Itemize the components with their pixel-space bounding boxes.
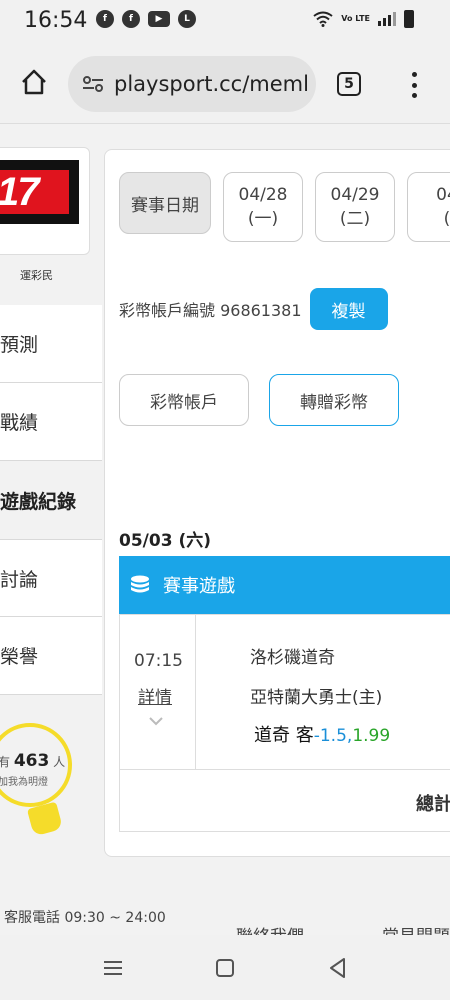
home-nav-icon[interactable] bbox=[216, 959, 234, 977]
game-time: 07:15 bbox=[134, 651, 183, 671]
account-actions: 彩幣帳戶 轉贈彩幣 bbox=[119, 374, 399, 426]
coin-account-button[interactable]: 彩幣帳戶 bbox=[119, 374, 249, 426]
day-heading: 05/03 (六) bbox=[119, 531, 211, 551]
facebook-icon: f bbox=[96, 10, 114, 28]
chevron-down-icon[interactable] bbox=[148, 715, 164, 727]
lightbulb-icon[interactable]: 有 463 人 加我為明燈 bbox=[0, 723, 78, 837]
date-button[interactable]: 04/29 (二) bbox=[315, 172, 395, 242]
signal-icon bbox=[378, 12, 396, 26]
pick-odds: 1.99 bbox=[352, 726, 391, 746]
away-team: 洛杉磯道奇 bbox=[250, 648, 335, 668]
date-button[interactable]: 04/28 (一) bbox=[223, 172, 303, 242]
system-nav-bar bbox=[0, 935, 450, 1000]
logo-text: 17 bbox=[0, 170, 39, 214]
transfer-coins-button[interactable]: 轉贈彩幣 bbox=[269, 374, 399, 426]
sidebar-menu: 預測 戰績 遊戲紀錄 討論 榮譽 bbox=[0, 305, 102, 695]
total-row: 總計 bbox=[120, 769, 450, 833]
status-bar: 16:54 f f ▶ L Vo LTE bbox=[0, 0, 450, 44]
main-panel: 賽事日期 04/28(一) 04/29(二) 04( 彩幣帳戶編號 968613… bbox=[104, 149, 450, 857]
time-column: 07:15 詳情 bbox=[120, 615, 196, 769]
address-bar[interactable]: playsport.cc/meml bbox=[68, 56, 316, 112]
back-icon[interactable] bbox=[328, 957, 346, 979]
date-button[interactable]: 04( bbox=[407, 172, 450, 242]
section-header: 賽事遊戲 bbox=[119, 556, 450, 614]
copy-button[interactable]: 複製 bbox=[309, 288, 388, 330]
youtube-icon: ▶ bbox=[148, 11, 170, 27]
contact-link[interactable]: 聯絡我們 bbox=[236, 922, 304, 935]
pick-row: 道奇 客-1.5,1.99 bbox=[254, 721, 390, 747]
faq-link[interactable]: 常見問題 bbox=[382, 922, 450, 935]
sidebar-item-record[interactable]: 戰績 bbox=[0, 383, 102, 461]
date-selector: 賽事日期 04/28(一) 04/29(二) 04( bbox=[119, 172, 450, 242]
wifi-icon bbox=[313, 11, 333, 27]
coins-icon bbox=[131, 575, 149, 593]
sidebar-item-discussion[interactable]: 討論 bbox=[0, 539, 102, 617]
recent-apps-icon[interactable] bbox=[104, 961, 122, 975]
account-number: 彩幣帳戶編號 96861381 bbox=[119, 301, 302, 320]
browser-toolbar: playsport.cc/meml 5 bbox=[0, 44, 450, 124]
home-icon[interactable] bbox=[20, 68, 48, 96]
account-row: 彩幣帳戶編號 96861381 複製 bbox=[119, 288, 388, 330]
url-text: playsport.cc/meml bbox=[114, 72, 309, 96]
fan-label: 加我為明燈 bbox=[0, 777, 48, 788]
user-caption: 運彩民 bbox=[20, 269, 53, 282]
line-icon: L bbox=[178, 10, 196, 28]
sidebar-item-honor[interactable]: 榮譽 bbox=[0, 617, 102, 695]
more-options-icon[interactable] bbox=[404, 70, 424, 100]
home-team: 亞特蘭大勇士(主) bbox=[250, 688, 383, 708]
pick-line: -1.5, bbox=[313, 726, 353, 746]
volte-label: Vo LTE bbox=[341, 14, 370, 23]
site-settings-icon[interactable] bbox=[82, 75, 104, 93]
facebook-icon: f bbox=[122, 10, 140, 28]
tab-switcher-button[interactable]: 5 bbox=[337, 72, 361, 96]
notification-icons: f f ▶ L bbox=[96, 10, 196, 28]
section-title: 賽事遊戲 bbox=[163, 576, 235, 597]
logo: 17 bbox=[0, 160, 79, 224]
details-link[interactable]: 詳情 bbox=[138, 683, 172, 708]
pick-team: 道奇 客 bbox=[254, 725, 314, 746]
game-card: 07:15 詳情 洛杉磯道奇 亞特蘭大勇士(主) 道奇 客-1.5,1.99 總… bbox=[119, 614, 450, 832]
status-time: 16:54 bbox=[24, 8, 88, 33]
avatar[interactable]: 17 bbox=[0, 147, 90, 255]
sidebar-item-game-history[interactable]: 遊戲紀錄 bbox=[0, 461, 102, 539]
fan-count: 有 463 人 bbox=[0, 751, 66, 771]
system-icons: Vo LTE bbox=[313, 10, 414, 28]
total-label: 總計 bbox=[416, 794, 450, 815]
date-label: 賽事日期 bbox=[119, 172, 211, 234]
customer-service-hours: 客服電話 09:30 ~ 24:00 bbox=[4, 910, 166, 926]
sidebar-item-prediction[interactable]: 預測 bbox=[0, 305, 102, 383]
page-content: 17 運彩民 預測 戰績 遊戲紀錄 討論 榮譽 有 463 人 加我為明燈 賽事… bbox=[0, 125, 450, 935]
battery-icon bbox=[404, 10, 414, 28]
